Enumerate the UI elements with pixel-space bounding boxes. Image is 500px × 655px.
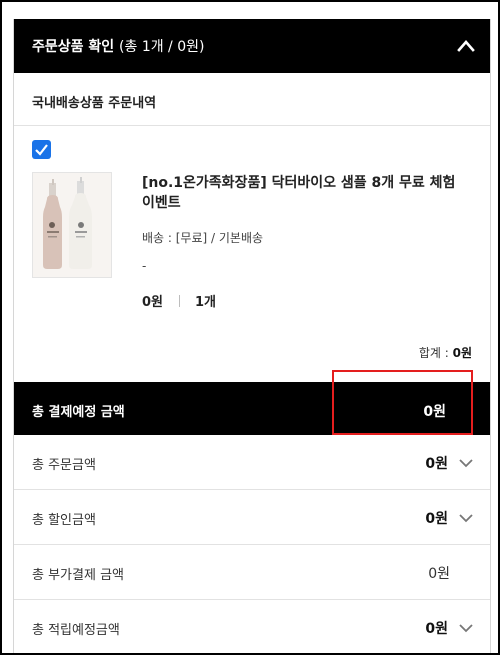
total-payment-bar: 총 결제예정 금액 0원 — [14, 382, 490, 435]
row-label: 총 할인금액 — [32, 513, 96, 528]
order-summary-title: 주문상품 확인 (총 1개 / 0원) — [32, 36, 204, 56]
divider — [179, 295, 181, 307]
row-value: 0원 — [425, 511, 448, 527]
product-image[interactable] — [32, 172, 112, 278]
domestic-order-section: 국내배송상품 주문내역 — [14, 73, 490, 126]
row-label: 총 부가결제 금액 — [32, 568, 124, 583]
product-name-link[interactable]: [no.1온가족화장품] 닥터바이오 샘플 8개 무료 체험 이벤트 — [142, 173, 472, 213]
order-summary-label: 주문상품 확인 — [32, 39, 115, 55]
order-panel: 주문상품 확인 (총 1개 / 0원) 국내배송상품 주문내역 [no.1온가족… — [13, 19, 491, 653]
row-label: 총 적립예정금액 — [32, 623, 120, 638]
total-reward-points-row[interactable]: 총 적립예정금액 0원 — [14, 600, 490, 653]
total-additional-payment-row: 총 부가결제 금액 0원 — [14, 545, 490, 600]
row-value: 0원 — [425, 621, 448, 637]
row-value: 0원 — [425, 456, 448, 472]
subtotal-value: 0원 — [452, 346, 472, 360]
total-order-amount-row[interactable]: 총 주문금액 0원 — [14, 435, 490, 490]
chevron-down-icon[interactable] — [458, 620, 474, 636]
row-label: 총 주문금액 — [32, 458, 96, 473]
total-payment-value: 0원 — [423, 404, 446, 420]
product-bottles-image — [33, 173, 111, 277]
section-title: 국내배송상품 주문내역 — [32, 96, 157, 111]
subtotal-label: 합계 : — [418, 346, 453, 360]
product-price: 0원 — [142, 295, 164, 310]
chevron-down-icon[interactable] — [458, 455, 474, 471]
order-summary-header[interactable]: 주문상품 확인 (총 1개 / 0원) — [14, 19, 490, 73]
checkmark-icon — [35, 144, 48, 156]
screenshot-frame: 주문상품 확인 (총 1개 / 0원) 국내배송상품 주문내역 [no.1온가족… — [0, 0, 500, 655]
order-summary-count: (총 1개 / 0원) — [119, 39, 205, 55]
product-checkbox[interactable] — [32, 140, 51, 159]
shipping-info: 배송 : [무료] / 기본배송 — [142, 231, 264, 245]
row-value: 0원 — [428, 566, 450, 582]
product-quantity: 1개 — [195, 295, 217, 310]
total-discount-row[interactable]: 총 할인금액 0원 — [14, 490, 490, 545]
order-subtotal: 합계 : 0원 — [419, 344, 472, 361]
product-option: - — [142, 259, 147, 273]
chevron-up-icon[interactable] — [456, 36, 476, 56]
chevron-down-icon[interactable] — [458, 510, 474, 526]
price-quantity: 0원 1개 — [142, 291, 216, 310]
total-payment-label: 총 결제예정 금액 — [32, 405, 125, 420]
